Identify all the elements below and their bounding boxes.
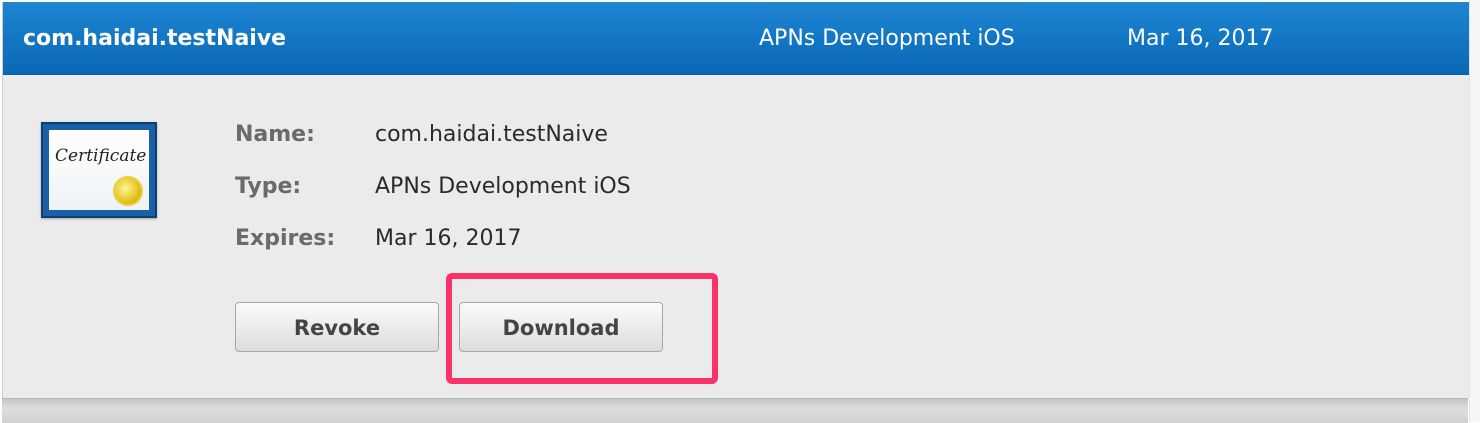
expires-label: Expires: xyxy=(235,226,336,251)
certificate-header-row[interactable]: com.haidai.testNaive APNs Development iO… xyxy=(3,2,1469,75)
certificate-icon-text: Certificate xyxy=(55,146,147,166)
header-expiration-date: Mar 16, 2017 xyxy=(1127,26,1274,51)
next-row-strip xyxy=(2,398,1468,423)
header-certificate-type: APNs Development iOS xyxy=(759,26,1015,51)
certificate-icon: Certificate xyxy=(41,122,157,218)
seal-icon xyxy=(115,178,141,204)
scrollbar[interactable] xyxy=(1469,0,1480,422)
expires-value: Mar 16, 2017 xyxy=(375,226,522,251)
header-certificate-name: com.haidai.testNaive xyxy=(23,26,287,51)
certificate-panel: com.haidai.testNaive APNs Development iO… xyxy=(2,2,1470,398)
type-label: Type: xyxy=(235,174,302,199)
download-highlight-box xyxy=(446,273,718,384)
name-label: Name: xyxy=(235,122,315,147)
certificate-icon-paper: Certificate xyxy=(49,130,149,210)
type-value: APNs Development iOS xyxy=(375,174,631,199)
name-value: com.haidai.testNaive xyxy=(375,122,608,147)
revoke-button[interactable]: Revoke xyxy=(235,302,439,352)
